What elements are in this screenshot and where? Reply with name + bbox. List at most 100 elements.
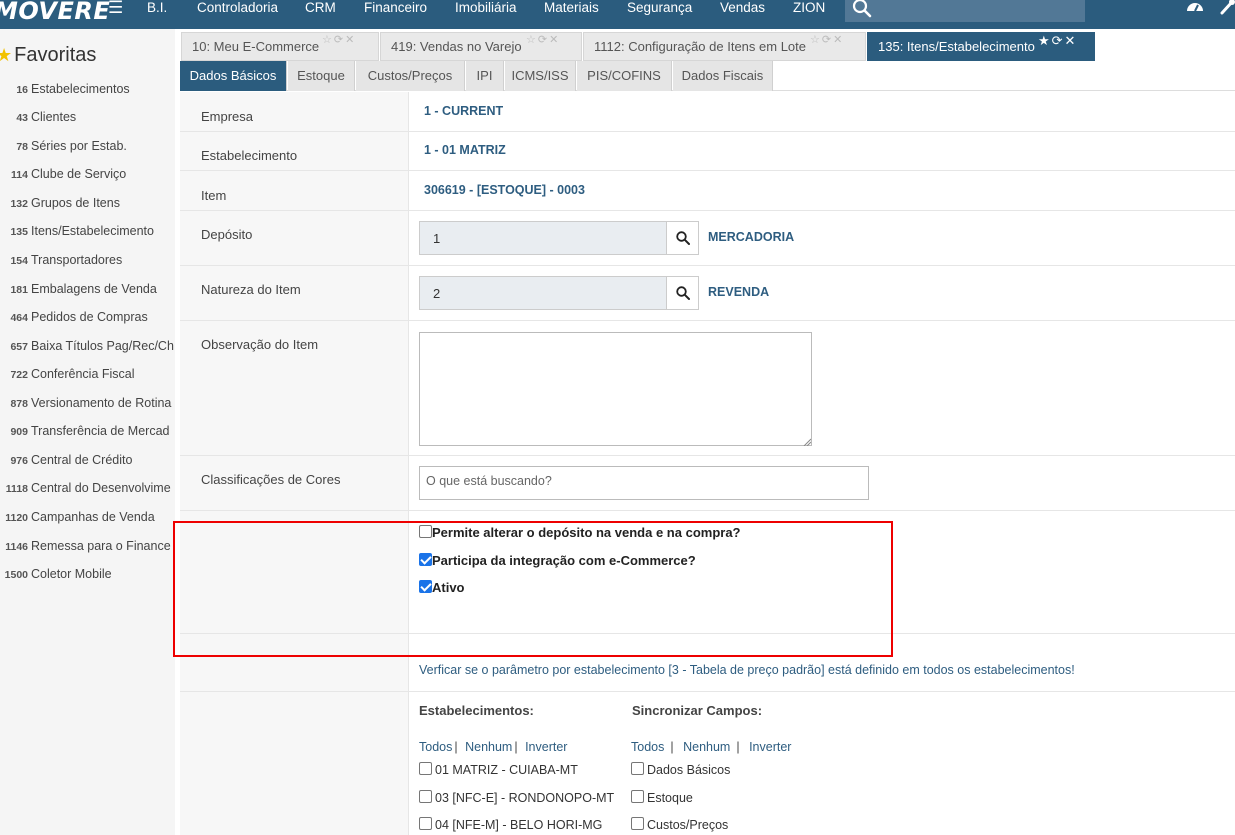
sinc-option[interactable]: Estoque: [631, 790, 693, 805]
observacao-textarea[interactable]: [419, 332, 812, 446]
nav-imobiliaria[interactable]: Imobiliária: [455, 0, 517, 15]
label-estabelecimento: Estabelecimento: [201, 148, 298, 163]
estabelecimento-value: 1 - 01 MATRIZ: [424, 143, 506, 157]
hamburger-menu-icon[interactable]: ☰: [108, 0, 123, 16]
label-deposito: Depósito: [201, 227, 253, 242]
highlight-box: [173, 521, 893, 657]
search-icon: [676, 231, 690, 245]
label-item: Item: [201, 188, 227, 203]
deposito-description: MERCADORIA: [708, 230, 795, 244]
estab-option[interactable]: 03 [NFC-E] - RONDONOPO-MT: [419, 790, 614, 805]
tab-meu-ecommerce[interactable]: 10: Meu E-Commerce ☆⟳✕: [181, 32, 379, 61]
sidebar-item-itens-estabelecimento[interactable]: 135 Itens/Estabelecimento: [0, 224, 175, 238]
label-observacao: Observação do Item: [201, 337, 319, 352]
sidebar-item-clientes[interactable]: 43 Clientes: [0, 110, 175, 124]
tab-actions-icons[interactable]: ★⟳✕: [1038, 33, 1077, 49]
dashboard-icon[interactable]: [1186, 0, 1204, 15]
nav-bi[interactable]: B.I.: [147, 0, 167, 15]
estab-nenhum-link[interactable]: Nenhum: [465, 740, 512, 754]
row-natureza: Natureza do Item 2 REVENDA: [180, 266, 1235, 321]
estab-option[interactable]: 04 [NFE-M] - BELO HORI-MG: [419, 817, 602, 832]
sidebar-item-remessa-financeiro[interactable]: 1146 Remessa para o Finance: [0, 539, 175, 553]
sidebar-item-grupos-itens[interactable]: 132 Grupos de Itens: [0, 196, 175, 210]
sinc-todos-link[interactable]: Todos: [631, 740, 664, 754]
row-deposito: Depósito 1 MERCADORIA: [180, 211, 1235, 266]
subtab-dados-fiscais[interactable]: Dados Fiscais: [673, 61, 773, 91]
deposito-search-button[interactable]: [666, 222, 698, 254]
nav-seguranca[interactable]: Segurança: [627, 0, 692, 15]
label-natureza: Natureza do Item: [201, 282, 301, 297]
natureza-description: REVENDA: [708, 285, 770, 299]
sidebar-item-conferencia-fiscal[interactable]: 722 Conferência Fiscal: [0, 367, 175, 381]
sidebar-item-transportadores[interactable]: 154 Transportadores: [0, 253, 175, 267]
sidebar-item-series[interactable]: 78 Séries por Estab.: [0, 139, 175, 153]
label-classificacoes: Classificações de Cores: [201, 472, 341, 487]
subtab-icms-iss[interactable]: ICMS/ISS: [505, 61, 576, 91]
checkbox[interactable]: [419, 790, 432, 803]
tab-actions-icons[interactable]: ☆⟳✕: [810, 33, 844, 46]
sidebar-item-pedidos-compras[interactable]: 464 Pedidos de Compras: [0, 310, 175, 324]
wrench-icon[interactable]: [1220, 0, 1235, 15]
natureza-search-button[interactable]: [666, 277, 698, 309]
resize-handle-icon[interactable]: [803, 438, 811, 446]
checkbox[interactable]: [631, 817, 644, 830]
sinc-option[interactable]: Custos/Preços: [631, 817, 728, 832]
sidebar-item-coletor-mobile[interactable]: 1500 Coletor Mobile: [0, 567, 175, 581]
nav-zion[interactable]: ZION: [793, 0, 825, 15]
row-empresa: Empresa 1 - CURRENT: [180, 92, 1235, 132]
tabela-preco-notice: Verficar se o parâmetro por estabelecime…: [419, 663, 1075, 677]
subtab-estoque[interactable]: Estoque: [288, 61, 355, 91]
global-search-input[interactable]: [845, 0, 1085, 22]
label-empresa: Empresa: [201, 109, 254, 124]
tab-vendas-varejo[interactable]: 419: Vendas no Varejo ☆⟳✕: [380, 32, 582, 61]
form-subtabs: Dados Básicos Estoque Custos/Preços IPI …: [180, 61, 1235, 91]
item-value: 306619 - [ESTOQUE] - 0003: [424, 183, 585, 197]
classificacoes-search-input[interactable]: O que está buscando?: [419, 466, 869, 500]
estab-todos-link[interactable]: Todos: [419, 740, 452, 754]
nav-financeiro[interactable]: Financeiro: [364, 0, 427, 15]
subtab-custos-precos[interactable]: Custos/Preços: [356, 61, 465, 91]
subtab-pis-cofins[interactable]: PIS/COFINS: [577, 61, 672, 91]
sidebar-item-clube-servico[interactable]: 114 Clube de Serviço: [0, 167, 175, 181]
sinc-inverter-link[interactable]: Inverter: [749, 740, 791, 754]
search-icon: [852, 0, 872, 18]
sinc-option[interactable]: Dados Básicos: [631, 762, 730, 777]
checkbox[interactable]: [419, 817, 432, 830]
sidebar-item-baixa-titulos[interactable]: 657 Baixa Títulos Pag/Rec/Ch: [0, 339, 175, 353]
sidebar-item-versionamento[interactable]: 878 Versionamento de Rotina: [0, 396, 175, 410]
sidebar-item-estabelecimentos[interactable]: 16 Estabelecimentos: [0, 82, 175, 96]
estab-inverter-link[interactable]: Inverter: [525, 740, 567, 754]
sidebar-item-transferencia[interactable]: 909 Transferência de Mercad: [0, 424, 175, 438]
subtab-dados-basicos[interactable]: Dados Básicos: [180, 61, 287, 91]
favorites-title: ★ Favoritas: [0, 44, 96, 67]
row-item: Item 306619 - [ESTOQUE] - 0003: [180, 171, 1235, 211]
nav-crm[interactable]: CRM: [305, 0, 336, 15]
deposito-field[interactable]: 1: [419, 221, 699, 255]
app-logo[interactable]: MOVERE: [0, 0, 110, 25]
star-icon: ★: [0, 45, 13, 65]
estab-option[interactable]: 01 MATRIZ - CUIABA-MT: [419, 762, 578, 777]
checkbox[interactable]: [419, 762, 432, 775]
sidebar-item-central-credito[interactable]: 976 Central de Crédito: [0, 453, 175, 467]
tab-actions-icons[interactable]: ☆⟳✕: [322, 33, 356, 46]
subtab-ipi[interactable]: IPI: [466, 61, 504, 91]
tab-itens-estabelecimento[interactable]: 135: Itens/Estabelecimento ★⟳✕: [867, 32, 1095, 61]
sincronizar-quicklinks: Todos | Nenhum | Inverter: [631, 740, 792, 754]
nav-vendas[interactable]: Vendas: [720, 0, 765, 15]
sidebar-item-central-desenvolvimento[interactable]: 1118 Central do Desenvolvime: [0, 481, 175, 495]
sinc-nenhum-link[interactable]: Nenhum: [683, 740, 730, 754]
tab-actions-icons[interactable]: ☆⟳✕: [526, 33, 560, 46]
checkbox[interactable]: [631, 790, 644, 803]
sidebar-item-embalagens[interactable]: 181 Embalagens de Venda: [0, 282, 175, 296]
row-classificacoes: Classificações de Cores O que está busca…: [180, 456, 1235, 511]
nav-controladoria[interactable]: Controladoria: [197, 0, 278, 15]
estabelecimentos-quicklinks: Todos | Nenhum | Inverter: [419, 740, 568, 754]
search-icon: [676, 286, 690, 300]
nav-materiais[interactable]: Materiais: [544, 0, 599, 15]
sincronizar-title: Sincronizar Campos:: [632, 703, 763, 718]
sidebar-item-campanhas-venda[interactable]: 1120 Campanhas de Venda: [0, 510, 175, 524]
checkbox[interactable]: [631, 762, 644, 775]
natureza-field[interactable]: 2: [419, 276, 699, 310]
empresa-value: 1 - CURRENT: [424, 104, 504, 118]
tab-configuracao-itens-lote[interactable]: 1112: Configuração de Itens em Lote ☆⟳✕: [583, 32, 866, 61]
